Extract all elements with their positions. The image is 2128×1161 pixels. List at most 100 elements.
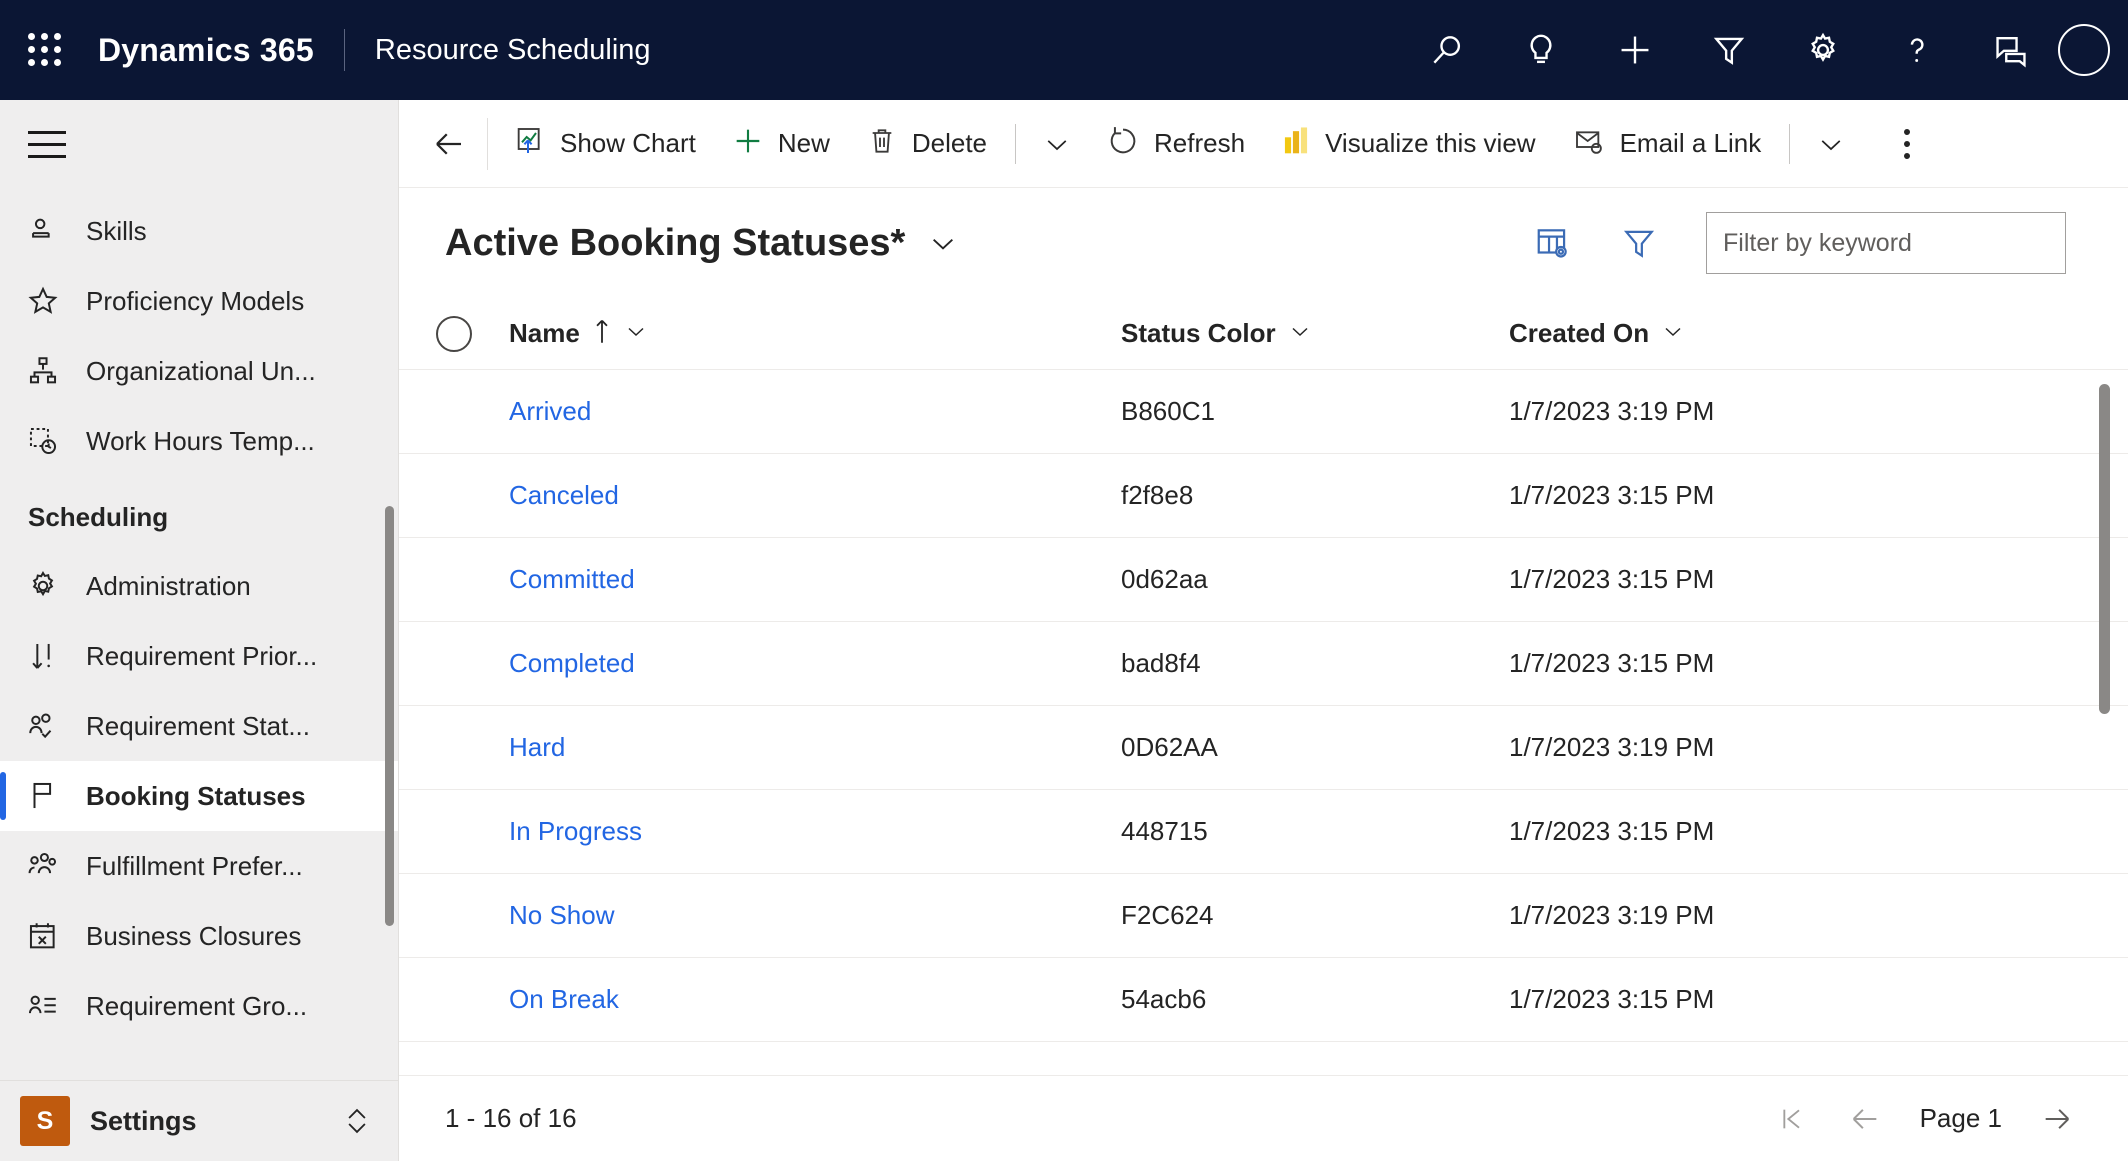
select-all-checkbox[interactable]: [436, 315, 472, 352]
table-row[interactable]: On Break 54acb6 1/7/2023 3:15 PM: [399, 958, 2128, 1042]
next-page-icon[interactable]: [2020, 1084, 2094, 1154]
power-bi-icon: [1281, 125, 1311, 162]
first-page-icon[interactable]: [1754, 1084, 1828, 1154]
search-input[interactable]: [1723, 228, 2049, 258]
row-created-on: 1/7/2023 3:19 PM: [1509, 900, 1715, 930]
trash-icon: [866, 125, 898, 162]
column-menu-chevron-down-icon[interactable]: [1288, 319, 1312, 348]
table-row[interactable]: Committed 0d62aa 1/7/2023 3:15 PM: [399, 538, 2128, 622]
row-name-link[interactable]: In Progress: [509, 816, 1121, 847]
grid-body: Arrived B860C1 1/7/2023 3:19 PM Canceled…: [399, 370, 2128, 1075]
delete-button[interactable]: Delete: [848, 100, 1005, 188]
sidebar-nav: Skills Proficiency Models Organizational…: [0, 188, 398, 1080]
column-header-status-color[interactable]: Status Color: [1121, 318, 1509, 349]
sidebar-item-fulfillment-preferences[interactable]: Fulfillment Prefer...: [0, 831, 398, 901]
column-header-label: Name: [509, 318, 580, 348]
sidebar-item-organizational-units[interactable]: Organizational Un...: [0, 336, 398, 406]
new-button[interactable]: New: [714, 100, 848, 188]
email-a-link-button[interactable]: Email a Link: [1554, 100, 1780, 188]
column-header-name[interactable]: Name: [509, 318, 1121, 349]
search-box[interactable]: [1706, 212, 2066, 274]
view-selector-chevron-down-icon[interactable]: [927, 227, 959, 259]
row-status-color: F2C624: [1121, 900, 1214, 930]
table-row[interactable]: In Progress 448715 1/7/2023 3:15 PM: [399, 790, 2128, 874]
sidebar-header: [0, 100, 398, 188]
sidebar-item-label: Business Closures: [86, 920, 302, 951]
pagination: Page 1: [1754, 1084, 2094, 1154]
brand-title: Dynamics 365: [98, 31, 314, 68]
search-icon[interactable]: [1400, 0, 1494, 100]
table-row[interactable]: Canceled f2f8e8 1/7/2023 3:15 PM: [399, 454, 2128, 538]
refresh-icon: [1106, 124, 1140, 163]
avatar[interactable]: [2058, 0, 2128, 100]
help-icon[interactable]: [1870, 0, 1964, 100]
sidebar-item-requirement-groups[interactable]: Requirement Gro...: [0, 971, 398, 1041]
table-row[interactable]: Hard 0D62AA 1/7/2023 3:19 PM: [399, 706, 2128, 790]
previous-page-icon[interactable]: [1828, 1084, 1902, 1154]
sidebar-item-business-closures[interactable]: Business Closures: [0, 901, 398, 971]
row-name-link[interactable]: Completed: [509, 648, 1121, 679]
row-created-on: 1/7/2023 3:15 PM: [1509, 648, 1715, 678]
record-count: 1 - 16 of 16: [445, 1103, 577, 1133]
sidebar-item-label: Requirement Stat...: [86, 710, 310, 741]
row-name-link[interactable]: Hard: [509, 732, 1121, 763]
show-chart-button[interactable]: Show Chart: [496, 100, 714, 188]
command-divider: [1015, 123, 1017, 164]
column-header-label: Created On: [1509, 318, 1650, 348]
area-switcher-chevrons-icon: [342, 1104, 372, 1138]
table-row[interactable]: No Show F2C624 1/7/2023 3:19 PM: [399, 874, 2128, 958]
column-header-label: Status Color: [1121, 318, 1276, 348]
sidebar-item-skills[interactable]: Skills: [0, 196, 398, 266]
sidebar-item-label: Organizational Un...: [86, 355, 316, 386]
visualize-this-view-button[interactable]: Visualize this view: [1263, 100, 1554, 188]
row-name-link[interactable]: Arrived: [509, 396, 1121, 427]
table-row[interactable]: Arrived B860C1 1/7/2023 3:19 PM: [399, 370, 2128, 454]
edit-columns-icon[interactable]: [1510, 207, 1596, 279]
plus-icon[interactable]: [1588, 0, 1682, 100]
delete-overflow-chevron-down-icon[interactable]: [1026, 100, 1088, 188]
edit-filters-icon[interactable]: [1596, 207, 1682, 279]
row-status-color: 0d62aa: [1121, 564, 1208, 594]
show-chart-icon: [514, 125, 546, 162]
area-switcher-label: Settings: [90, 1105, 197, 1136]
email-overflow-chevron-down-icon[interactable]: [1800, 100, 1862, 188]
star-icon: [26, 284, 72, 318]
sidebar-item-proficiency-models[interactable]: Proficiency Models: [0, 266, 398, 336]
people-check-icon: [26, 709, 72, 743]
app-header: Dynamics 365 Resource Scheduling: [0, 0, 2128, 100]
sidebar-item-work-hours-templates[interactable]: Work Hours Temp...: [0, 406, 398, 476]
row-name-link[interactable]: Canceled: [509, 480, 1121, 511]
lightbulb-icon[interactable]: [1494, 0, 1588, 100]
hamburger-menu-icon[interactable]: [28, 121, 74, 167]
body-area: Skills Proficiency Models Organizational…: [0, 100, 2128, 1161]
command-divider-2: [1789, 123, 1791, 164]
sidebar-item-requirement-status[interactable]: Requirement Stat...: [0, 691, 398, 761]
table-row[interactable]: Completed bad8f4 1/7/2023 3:15 PM: [399, 622, 2128, 706]
area-switcher[interactable]: S Settings: [0, 1080, 398, 1161]
feedback-icon[interactable]: [1964, 0, 2058, 100]
refresh-button[interactable]: Refresh: [1088, 100, 1263, 188]
sidebar-item-requirement-priorities[interactable]: Requirement Prior...: [0, 621, 398, 691]
header-divider: [343, 29, 345, 71]
data-grid: Name Status Color Created On Arrived B86…: [399, 298, 2128, 1161]
row-name-link[interactable]: Committed: [509, 564, 1121, 595]
app-launcher-waffle-icon[interactable]: [22, 27, 68, 73]
column-menu-chevron-down-icon[interactable]: [1661, 319, 1685, 348]
row-name-link[interactable]: On Break: [509, 984, 1121, 1015]
back-arrow-icon[interactable]: [411, 100, 487, 188]
sidebar-scrollbar[interactable]: [385, 506, 394, 926]
more-commands-icon[interactable]: [1872, 100, 1942, 188]
command-bar: Show Chart New Delete Refresh Visualize …: [399, 100, 2128, 188]
column-header-created-on[interactable]: Created On: [1509, 318, 2128, 349]
row-name-link[interactable]: No Show: [509, 900, 1121, 931]
sidebar-item-administration[interactable]: Administration: [0, 551, 398, 621]
row-created-on: 1/7/2023 3:15 PM: [1509, 816, 1715, 846]
area-badge: S: [20, 1096, 70, 1146]
column-menu-chevron-down-icon[interactable]: [624, 319, 648, 348]
grid-scrollbar[interactable]: [2099, 384, 2110, 714]
sidebar-item-booking-statuses[interactable]: Booking Statuses: [0, 761, 398, 831]
gear-icon[interactable]: [1776, 0, 1870, 100]
filter-icon[interactable]: [1682, 0, 1776, 100]
row-status-color: B860C1: [1121, 396, 1215, 426]
plus-icon: [732, 125, 764, 162]
